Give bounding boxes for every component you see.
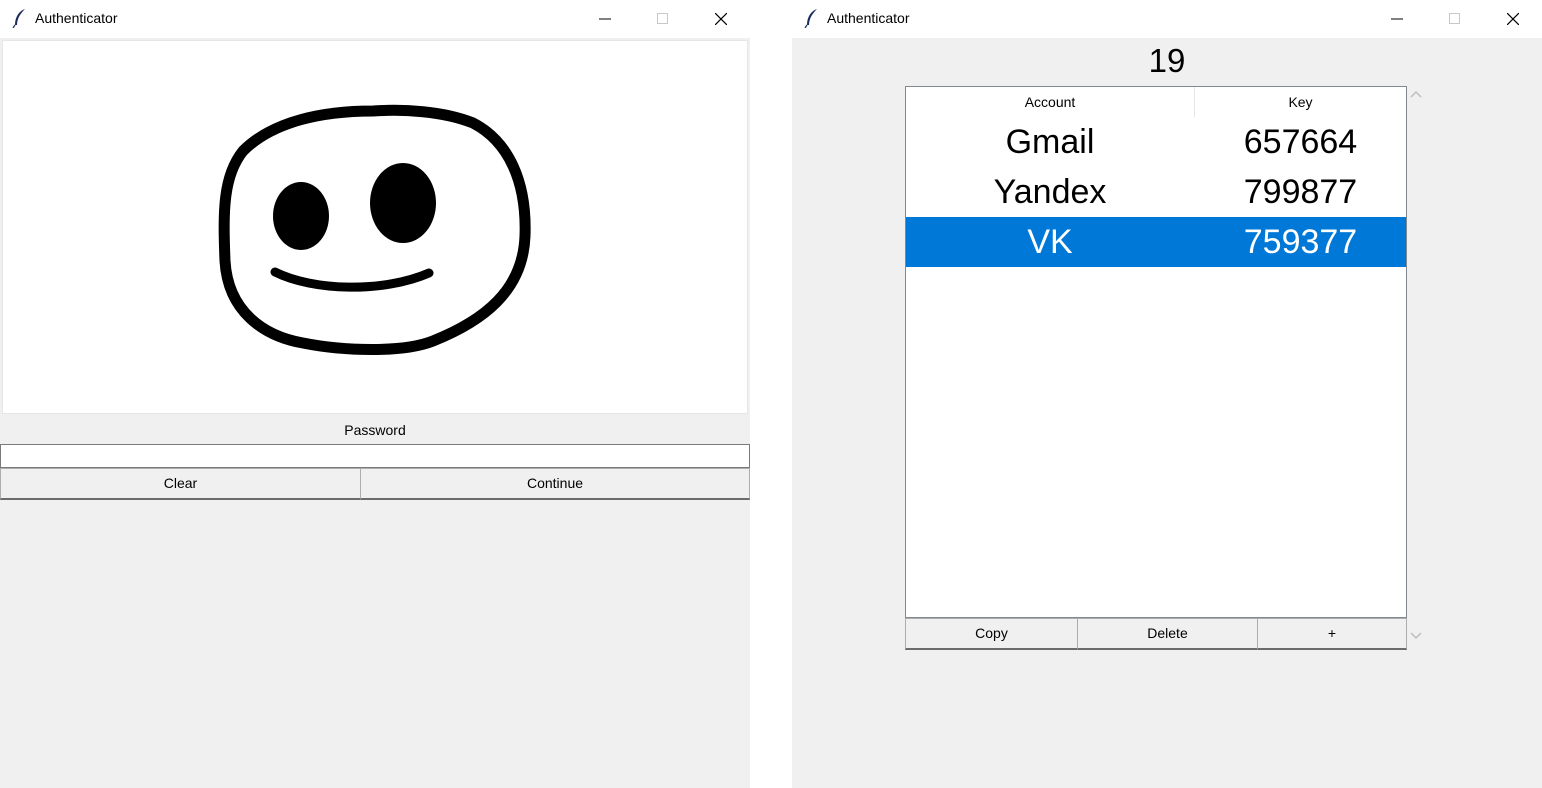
minimize-button[interactable] bbox=[576, 0, 634, 38]
title-bar: Authenticator bbox=[792, 0, 1542, 38]
continue-button[interactable]: Continue bbox=[360, 468, 750, 500]
login-window: Authenticator Password Clear Continue bbox=[0, 0, 750, 788]
table-header: Account Key bbox=[906, 87, 1406, 117]
accounts-table[interactable]: Account Key Gmail 657664 Yandex 799877 V… bbox=[905, 86, 1407, 618]
password-field[interactable] bbox=[0, 444, 750, 468]
minimize-icon bbox=[599, 18, 611, 20]
column-header-key[interactable]: Key bbox=[1195, 87, 1406, 117]
title-bar: Authenticator bbox=[0, 0, 750, 38]
maximize-icon bbox=[1449, 13, 1460, 24]
chevron-down-icon[interactable] bbox=[1410, 632, 1422, 640]
countdown-timer: 19 bbox=[1148, 42, 1186, 79]
close-button[interactable] bbox=[692, 0, 750, 38]
key-cell: 759377 bbox=[1243, 223, 1358, 261]
account-cell: VK bbox=[1027, 223, 1073, 261]
account-cell: Yandex bbox=[993, 173, 1107, 211]
table-row[interactable]: Gmail 657664 bbox=[906, 117, 1406, 167]
maximize-button[interactable] bbox=[1426, 0, 1484, 38]
drawing-canvas[interactable] bbox=[2, 40, 748, 414]
maximize-icon bbox=[657, 13, 668, 24]
smiley-drawing bbox=[218, 104, 531, 355]
copy-button[interactable]: Copy bbox=[905, 618, 1078, 650]
feather-icon bbox=[804, 8, 820, 29]
minimize-icon bbox=[1391, 18, 1403, 20]
password-label: Password bbox=[344, 422, 406, 438]
close-icon bbox=[715, 13, 727, 25]
vertical-scrollbar[interactable] bbox=[1407, 86, 1427, 650]
add-account-button[interactable]: + bbox=[1257, 618, 1407, 650]
key-cell: 657664 bbox=[1243, 123, 1358, 161]
window-title: Authenticator bbox=[35, 10, 118, 26]
key-cell: 799877 bbox=[1243, 173, 1358, 211]
table-row[interactable]: VK 759377 bbox=[906, 217, 1406, 267]
table-row[interactable]: Yandex 799877 bbox=[906, 167, 1406, 217]
minimize-button[interactable] bbox=[1368, 0, 1426, 38]
close-button[interactable] bbox=[1484, 0, 1542, 38]
account-cell: Gmail bbox=[1005, 123, 1095, 161]
delete-button[interactable]: Delete bbox=[1077, 618, 1258, 650]
chevron-up-icon[interactable] bbox=[1410, 90, 1422, 98]
window-title: Authenticator bbox=[827, 10, 910, 26]
column-header-account[interactable]: Account bbox=[906, 87, 1195, 117]
close-icon bbox=[1507, 13, 1519, 25]
clear-button[interactable]: Clear bbox=[0, 468, 361, 500]
accounts-window: Authenticator 19 Account Key Gmail 65766… bbox=[792, 0, 1542, 788]
feather-icon bbox=[12, 8, 28, 29]
maximize-button[interactable] bbox=[634, 0, 692, 38]
